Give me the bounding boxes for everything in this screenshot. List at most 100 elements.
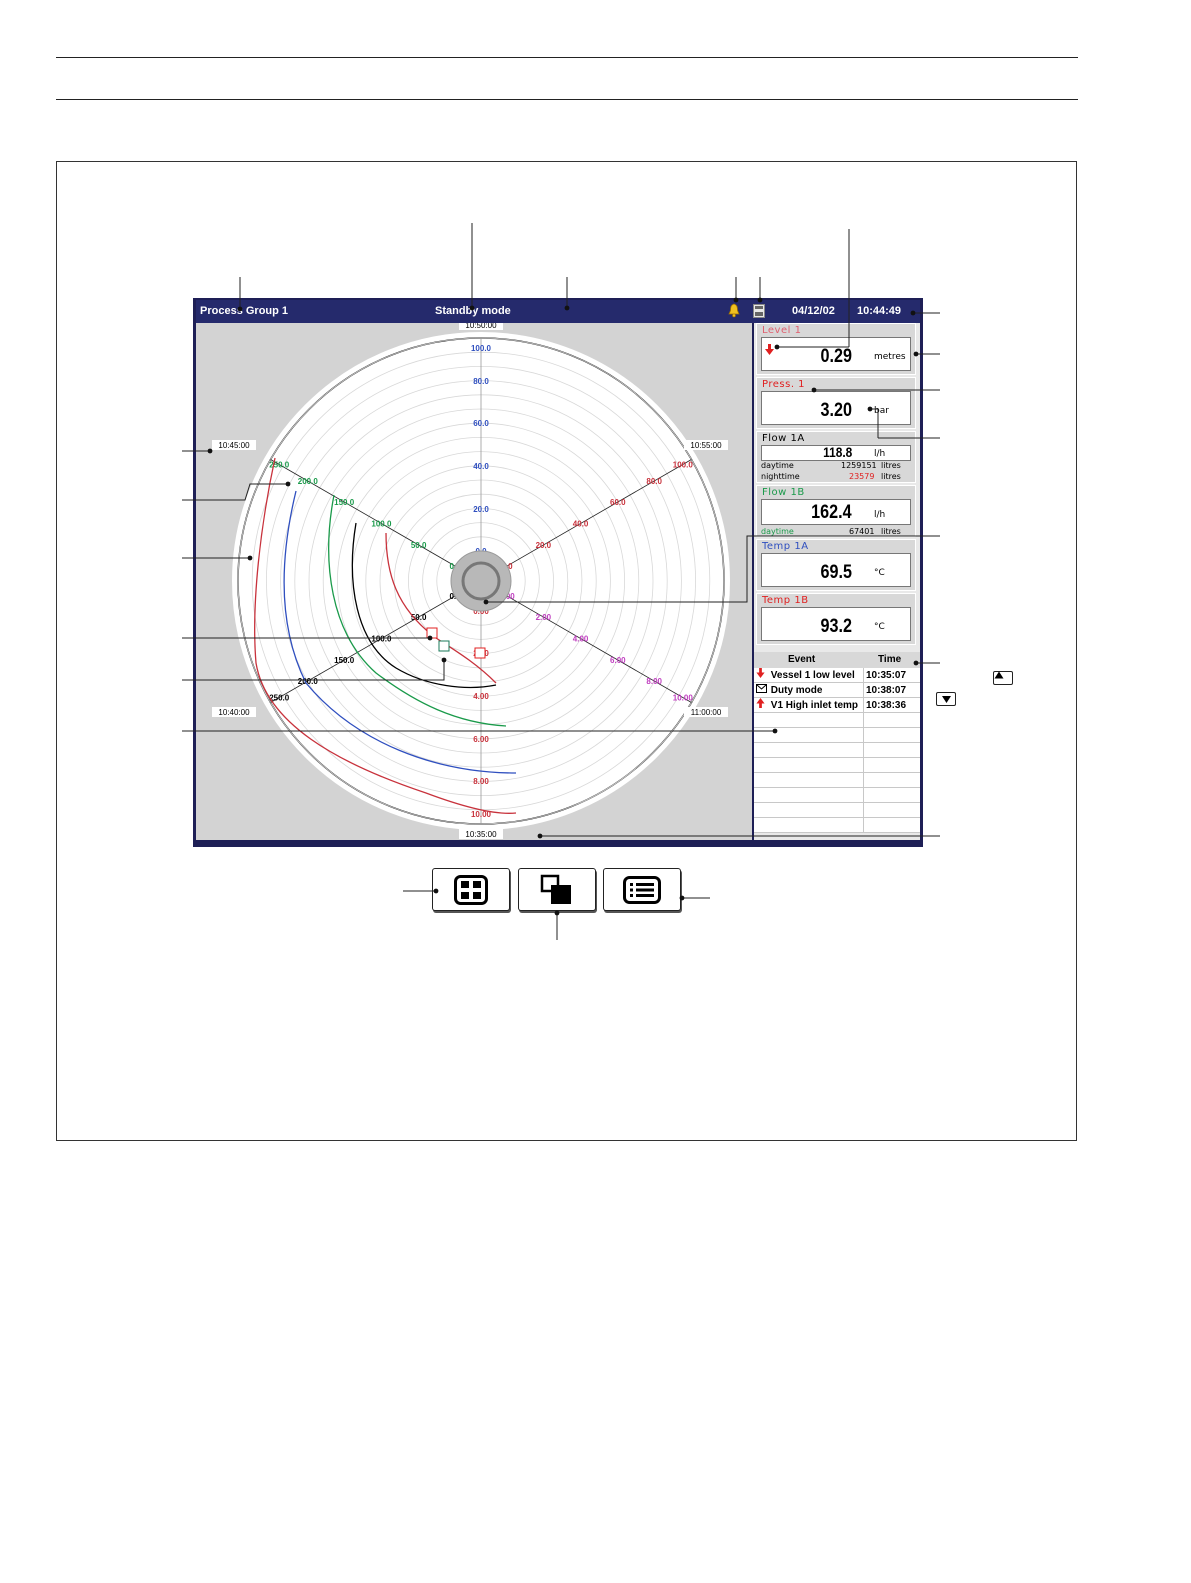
indicator-flow-1b[interactable]: Flow 1B 162.4 l/h daytime 67401 litres	[756, 485, 916, 537]
event-cell: Vessel 1 low level	[754, 668, 864, 683]
date-display: 04/12/02	[792, 305, 835, 317]
indicator-value: 69.5	[820, 562, 852, 583]
indicator-tag: Temp 1A	[762, 541, 809, 552]
status-bar: Process Group 1 Standby mode 04/12/02 10…	[196, 300, 920, 323]
scroll-up-button[interactable]	[993, 671, 1013, 685]
total-label: daytime	[761, 527, 794, 536]
scale-tick-label: 10.00	[673, 694, 694, 703]
scale-tick-label: 6.00	[610, 656, 626, 665]
scale-tick-label: 6.00	[473, 735, 489, 744]
alarm-bell-icon[interactable]	[727, 303, 741, 321]
circular-chart-area[interactable]: 0.020.040.060.080.0100.00.020.040.060.08…	[196, 323, 752, 840]
event-empty-row	[754, 788, 920, 803]
scale-tick-label: 40.0	[473, 462, 489, 471]
list-view-icon	[623, 875, 661, 904]
indicator-tag: Flow 1A	[762, 433, 805, 444]
circular-chart[interactable]: 0.020.040.060.080.0100.00.020.040.060.08…	[196, 323, 752, 840]
event-row[interactable]: Vessel 1 low level 10:35:07	[754, 668, 920, 683]
scale-tick-label: 60.0	[473, 419, 489, 428]
indicator-flow-1a[interactable]: Flow 1A 118.8 l/h daytime 1259151 litres…	[756, 431, 916, 483]
scale-tick-label: 150.0	[334, 498, 355, 507]
indicator-unit: l/h	[874, 510, 886, 520]
indicator-press-1[interactable]: Press. 1 3.20 bar	[756, 377, 916, 429]
triangle-down-icon	[942, 696, 951, 703]
scroll-down-button[interactable]	[936, 692, 956, 706]
event-cell	[754, 758, 864, 773]
event-log[interactable]: Event Time Vessel 1 low level 10:35:07 D…	[754, 652, 920, 833]
event-time: 10:38:36	[866, 700, 907, 711]
indicator-unit: bar	[874, 406, 889, 416]
indicator-value-box: 93.2 °C	[761, 607, 911, 641]
up-arrow-icon	[756, 698, 768, 713]
triangle-up-icon	[994, 671, 1004, 679]
indicator-unit: l/h	[874, 449, 886, 459]
event-cell	[754, 788, 864, 803]
event-empty-row	[754, 728, 920, 743]
grid-view-icon	[454, 874, 488, 905]
overlay-view-button[interactable]	[518, 868, 596, 911]
scale-tick-label: 2.00	[536, 613, 552, 622]
indicator-value-box: 69.5 °C	[761, 553, 911, 587]
indicator-value-box: 118.8 l/h	[761, 444, 911, 461]
total-value: 23579	[849, 472, 875, 481]
down-arrow-icon	[756, 668, 768, 683]
event-time: 10:35:07	[866, 670, 907, 681]
indicator-unit: °C	[874, 568, 885, 578]
indicator-value: 93.2	[820, 616, 852, 637]
header-rule-lower	[56, 99, 1078, 100]
scale-tick-label: 50.0	[411, 541, 427, 550]
scale-tick-label: 100.0	[471, 344, 492, 353]
indicator-panel: Level 1 0.29 metres Press. 1 3.20 bar Fl…	[754, 323, 920, 840]
time-display: 10:44:49	[857, 305, 902, 317]
indicator-temp-1b[interactable]: Temp 1B 93.2 °C	[756, 593, 916, 645]
alarm-marker-icon	[474, 647, 486, 659]
event-row[interactable]: Duty mode 10:38:07	[754, 683, 920, 698]
scale-tick-label: 100.0	[371, 520, 392, 529]
event-empty-rows	[754, 713, 920, 833]
event-empty-row	[754, 758, 920, 773]
scale-tick-label: 20.0	[536, 541, 552, 550]
overlay-view-icon	[540, 874, 571, 904]
indicator-unit: metres	[874, 352, 906, 362]
time-label: 10:50:00	[465, 323, 497, 330]
grid-view-button[interactable]	[432, 868, 510, 911]
indicator-tag: Temp 1B	[762, 595, 809, 606]
list-view-button[interactable]	[603, 868, 681, 911]
scale-tick-label: 20.0	[473, 505, 489, 514]
event-empty-row	[754, 713, 920, 728]
indicator-tag: Level 1	[762, 325, 802, 336]
indicator-value-box: 162.4 l/h	[761, 499, 911, 525]
event-row[interactable]: V1 High inlet temp 10:38:36	[754, 698, 920, 713]
envelope-marker-icon	[438, 640, 450, 652]
scale-tick-label: 60.0	[610, 498, 626, 507]
process-group-title[interactable]: Process Group 1	[200, 305, 288, 317]
scale-tick-label: 200.0	[298, 477, 319, 486]
time-label: 10:55:00	[690, 441, 722, 450]
indicator-unit: °C	[874, 622, 885, 632]
time-column-header: Time	[878, 654, 902, 665]
event-empty-row	[754, 803, 920, 818]
indicator-level-1[interactable]: Level 1 0.29 metres	[756, 323, 916, 375]
total-value: 67401	[849, 527, 875, 536]
indicator-temp-1a[interactable]: Temp 1A 69.5 °C	[756, 539, 916, 591]
event-empty-row	[754, 818, 920, 833]
scale-tick-label: 100.0	[673, 461, 694, 470]
event-cell	[754, 713, 864, 728]
scale-tick-label: 80.0	[473, 377, 489, 386]
event-cell	[754, 773, 864, 788]
indicator-tag: Flow 1B	[762, 487, 805, 498]
total-label: nighttime	[761, 472, 800, 481]
event-empty-row	[754, 743, 920, 758]
indicator-value: 118.8	[822, 444, 852, 460]
alarm-marker-icon	[426, 627, 438, 639]
event-text: Vessel 1 low level	[770, 670, 855, 681]
scale-tick-label: 100.0	[371, 635, 392, 644]
scale-tick-label: 40.0	[573, 520, 589, 529]
time-label: 10:40:00	[218, 708, 250, 717]
scale-tick-label: 8.00	[473, 777, 489, 786]
scale-tick-label: 4.00	[473, 692, 489, 701]
scale-tick-label: 4.00	[573, 635, 589, 644]
archive-media-icon[interactable]	[753, 304, 765, 321]
event-cell: Duty mode	[754, 683, 864, 698]
indicator-value-box: 3.20 bar	[761, 391, 911, 425]
